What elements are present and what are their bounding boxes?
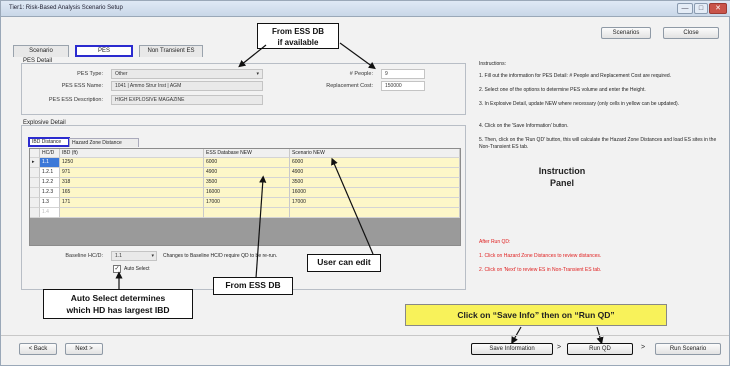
save-information-button[interactable]: Save Information [471, 343, 553, 355]
run-qd-button[interactable]: Run QD [567, 343, 633, 355]
app-window: Tier1: Risk-Based Analysis Scenario Setu… [0, 0, 730, 366]
arrow-to-ess-column [255, 175, 267, 279]
step-separator-1: > [557, 344, 562, 351]
footer-divider [1, 335, 729, 336]
back-button[interactable]: < Back [19, 343, 57, 355]
arrow-to-save-information [511, 326, 522, 345]
arrow-to-pes-detail [238, 44, 267, 68]
run-scenario-button[interactable]: Run Scenario [655, 343, 721, 355]
next-button[interactable]: Next > [65, 343, 103, 355]
arrow-to-people [339, 42, 376, 70]
step-separator-2: > [641, 344, 646, 351]
callout-save-run: Click on “Save Info” then on “Run QD” [405, 304, 667, 326]
arrow-to-scenario-column [331, 157, 374, 255]
arrow-to-run-qd [596, 326, 604, 345]
